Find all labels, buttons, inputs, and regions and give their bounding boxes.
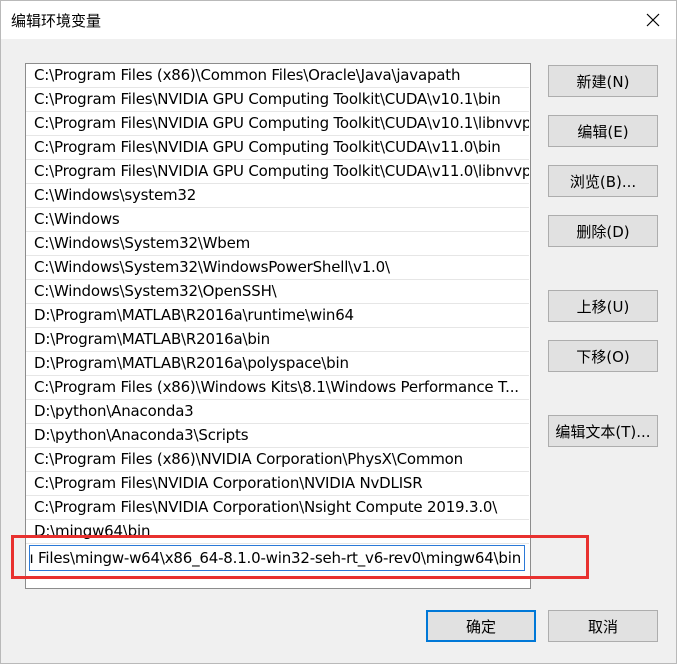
path-list-item-text: D:\mingw64\bin [34,522,151,540]
path-list-item[interactable]: C:\Program Files (x86)\NVIDIA Corporatio… [26,448,529,472]
move-up-button[interactable]: 上移(U) [548,290,658,322]
path-list-item-text: C:\Program Files (x86)\Windows Kits\8.1\… [34,378,519,396]
path-list-item[interactable]: C:\Program Files\NVIDIA Corporation\Nsig… [26,496,529,520]
path-list-item[interactable]: C:\Program Files\NVIDIA Corporation\NVID… [26,472,529,496]
path-list-item-text: D:\python\Anaconda3 [34,402,194,420]
path-list-item[interactable]: C:\Program Files\NVIDIA GPU Computing To… [26,160,529,184]
path-list-item[interactable]: D:\Program\MATLAB\R2016a\polyspace\bin [26,352,529,376]
path-list-item-text: C:\Program Files\NVIDIA GPU Computing To… [34,114,529,132]
path-list-item-text: C:\Program Files\NVIDIA GPU Computing To… [34,162,529,180]
path-list-item-text: C:\Program Files\NVIDIA GPU Computing To… [34,138,501,156]
path-list-item-text: D:\Program\MATLAB\R2016a\runtime\win64 [34,306,354,324]
path-list-item[interactable]: C:\Program Files\NVIDIA GPU Computing To… [26,112,529,136]
path-list-item-text: C:\Program Files\NVIDIA Corporation\Nsig… [34,498,498,516]
cancel-button[interactable]: 取消 [548,610,658,642]
path-list-item-text: D:\Program\MATLAB\R2016a\bin [34,330,270,348]
new-button[interactable]: 新建(N) [548,65,658,97]
path-list-item-text: C:\Program Files (x86)\NVIDIA Corporatio… [34,450,463,468]
path-list-item-text: C:\Program Files (x86)\Common Files\Orac… [34,66,461,84]
title-bar: 编辑环境变量 [1,1,676,39]
path-list-item[interactable]: C:\Windows [26,208,529,232]
path-list-item[interactable]: D:\Program\MATLAB\R2016a\bin [26,328,529,352]
path-list-item-text: C:\Program Files\NVIDIA GPU Computing To… [34,90,501,108]
path-edit-input[interactable]: ı Files\mingw-w64\x86_64-8.1.0-win32-seh… [29,545,525,571]
path-list-item[interactable]: C:\Windows\system32 [26,184,529,208]
path-list-item-text: D:\python\Anaconda3\Scripts [34,426,249,444]
path-list-item[interactable]: C:\Program Files\NVIDIA GPU Computing To… [26,136,529,160]
path-list-item-text: C:\Windows\system32 [34,186,197,204]
path-list-item-text: C:\Windows\System32\WindowsPowerShell\v1… [34,258,390,276]
path-list-item-text: C:\Windows\System32\Wbem [34,234,251,252]
path-list-item[interactable]: C:\Windows\System32\Wbem [26,232,529,256]
path-list-item-text: D:\Program\MATLAB\R2016a\polyspace\bin [34,354,349,372]
path-list-item[interactable]: D:\mingw64\bin [26,520,529,544]
path-list-item[interactable]: C:\Program Files (x86)\Windows Kits\8.1\… [26,376,529,400]
edit-button[interactable]: 编辑(E) [548,115,658,147]
path-list-item[interactable]: D:\Program\MATLAB\R2016a\runtime\win64 [26,304,529,328]
move-down-button[interactable]: 下移(O) [548,340,658,372]
path-list-item-text: C:\Program Files\NVIDIA Corporation\NVID… [34,474,423,492]
path-list[interactable]: C:\Program Files (x86)\Common Files\Orac… [25,63,531,589]
path-list-item-text: C:\Windows\System32\OpenSSH\ [34,282,277,300]
browse-button[interactable]: 浏览(B)... [548,165,658,197]
path-list-item[interactable]: D:\python\Anaconda3\Scripts [26,424,529,448]
close-button[interactable] [630,1,676,39]
path-list-item[interactable]: C:\Program Files\NVIDIA GPU Computing To… [26,88,529,112]
path-list-item[interactable]: D:\python\Anaconda3 [26,400,529,424]
path-edit-value: ı Files\mingw-w64\x86_64-8.1.0-win32-seh… [29,549,521,567]
path-list-item[interactable]: C:\Windows\System32\WindowsPowerShell\v1… [26,256,529,280]
path-list-item-text: C:\Windows [34,210,120,228]
close-icon [646,13,660,27]
edit-env-variable-dialog: 编辑环境变量 C:\Program Files (x86)\Common Fil… [0,0,677,664]
edit-text-button[interactable]: 编辑文本(T)... [548,415,658,447]
path-list-item[interactable]: C:\Windows\System32\OpenSSH\ [26,280,529,304]
dialog-title: 编辑环境变量 [11,12,102,30]
path-list-item[interactable]: C:\Program Files (x86)\Common Files\Orac… [26,64,529,88]
delete-button[interactable]: 删除(D) [548,215,658,247]
ok-button[interactable]: 确定 [426,610,536,642]
